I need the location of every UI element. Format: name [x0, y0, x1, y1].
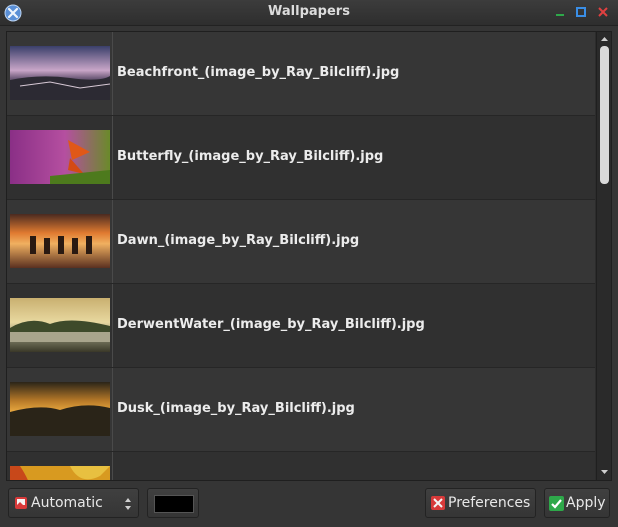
flower-thumbnail	[10, 466, 110, 480]
wallpaper-name: DerwentWater_(image_by_Ray_Bilcliff).jpg	[117, 317, 425, 332]
wallpaper-item-derwentwater[interactable]: DerwentWater_(image_by_Ray_Bilcliff).jpg	[7, 284, 595, 368]
thumbnail-cell	[7, 284, 113, 367]
wallpaper-name: Beachfront_(image_by_Ray_Bilcliff).jpg	[117, 65, 400, 80]
tools-icon	[431, 496, 445, 510]
butterfly-thumbnail	[10, 130, 110, 184]
wallpaper-item-beachfront[interactable]: Beachfront_(image_by_Ray_Bilcliff).jpg	[7, 32, 595, 116]
preferences-label: Preferences	[448, 495, 531, 511]
preferences-button[interactable]: Preferences	[425, 488, 536, 518]
wallpaper-item-butterfly[interactable]: Butterfly_(image_by_Ray_Bilcliff).jpg	[7, 116, 595, 200]
thumbnail-cell	[7, 32, 113, 115]
vertical-scrollbar[interactable]	[596, 32, 611, 480]
scroll-down-arrow-icon[interactable]	[600, 468, 609, 476]
wallpaper-name: Dusk_(image_by_Ray_Bilcliff).jpg	[117, 401, 355, 416]
bottom-toolbar: Automatic Preferences Apply	[0, 483, 618, 527]
scroll-up-arrow-icon[interactable]	[600, 35, 609, 43]
scrollbar-thumb[interactable]	[600, 46, 609, 184]
beachfront-thumbnail	[10, 46, 110, 100]
checkmark-icon	[549, 496, 564, 511]
thumbnail-cell	[7, 368, 113, 451]
close-icon[interactable]	[597, 6, 609, 18]
maximize-icon[interactable]	[575, 6, 587, 18]
apply-button[interactable]: Apply	[544, 488, 610, 518]
updown-arrow-icon	[125, 498, 131, 510]
wallpaper-name: Butterfly_(image_by_Ray_Bilcliff).jpg	[117, 149, 384, 164]
derwentwater-thumbnail	[10, 298, 110, 352]
wallpaper-item-partial[interactable]	[7, 452, 595, 480]
title-bar[interactable]: Wallpapers	[0, 0, 618, 26]
thumbnail-cell	[7, 200, 113, 283]
window-title: Wallpapers	[268, 4, 350, 19]
dawn-thumbnail	[10, 214, 110, 268]
wallpaper-mode-icon	[15, 497, 27, 509]
dusk-thumbnail	[10, 382, 110, 436]
mode-select-value: Automatic	[31, 495, 103, 511]
apply-label: Apply	[566, 495, 606, 511]
mode-select[interactable]: Automatic	[8, 488, 139, 518]
background-color-button[interactable]	[147, 488, 199, 518]
wallpaper-rows: Beachfront_(image_by_Ray_Bilcliff).jpg B…	[7, 32, 595, 480]
wallpaper-name: Dawn_(image_by_Ray_Bilcliff).jpg	[117, 233, 360, 248]
thumbnail-cell	[7, 116, 113, 199]
wallpapers-window: Wallpapers Beachfront_(image_by_Ray_Bilc…	[0, 0, 618, 527]
thumbnail-cell	[7, 452, 113, 480]
color-swatch	[154, 495, 194, 513]
minimize-icon[interactable]	[554, 6, 566, 18]
wallpaper-item-dawn[interactable]: Dawn_(image_by_Ray_Bilcliff).jpg	[7, 200, 595, 284]
wallpaper-list[interactable]: Beachfront_(image_by_Ray_Bilcliff).jpg B…	[6, 31, 612, 481]
wallpaper-item-dusk[interactable]: Dusk_(image_by_Ray_Bilcliff).jpg	[7, 368, 595, 452]
